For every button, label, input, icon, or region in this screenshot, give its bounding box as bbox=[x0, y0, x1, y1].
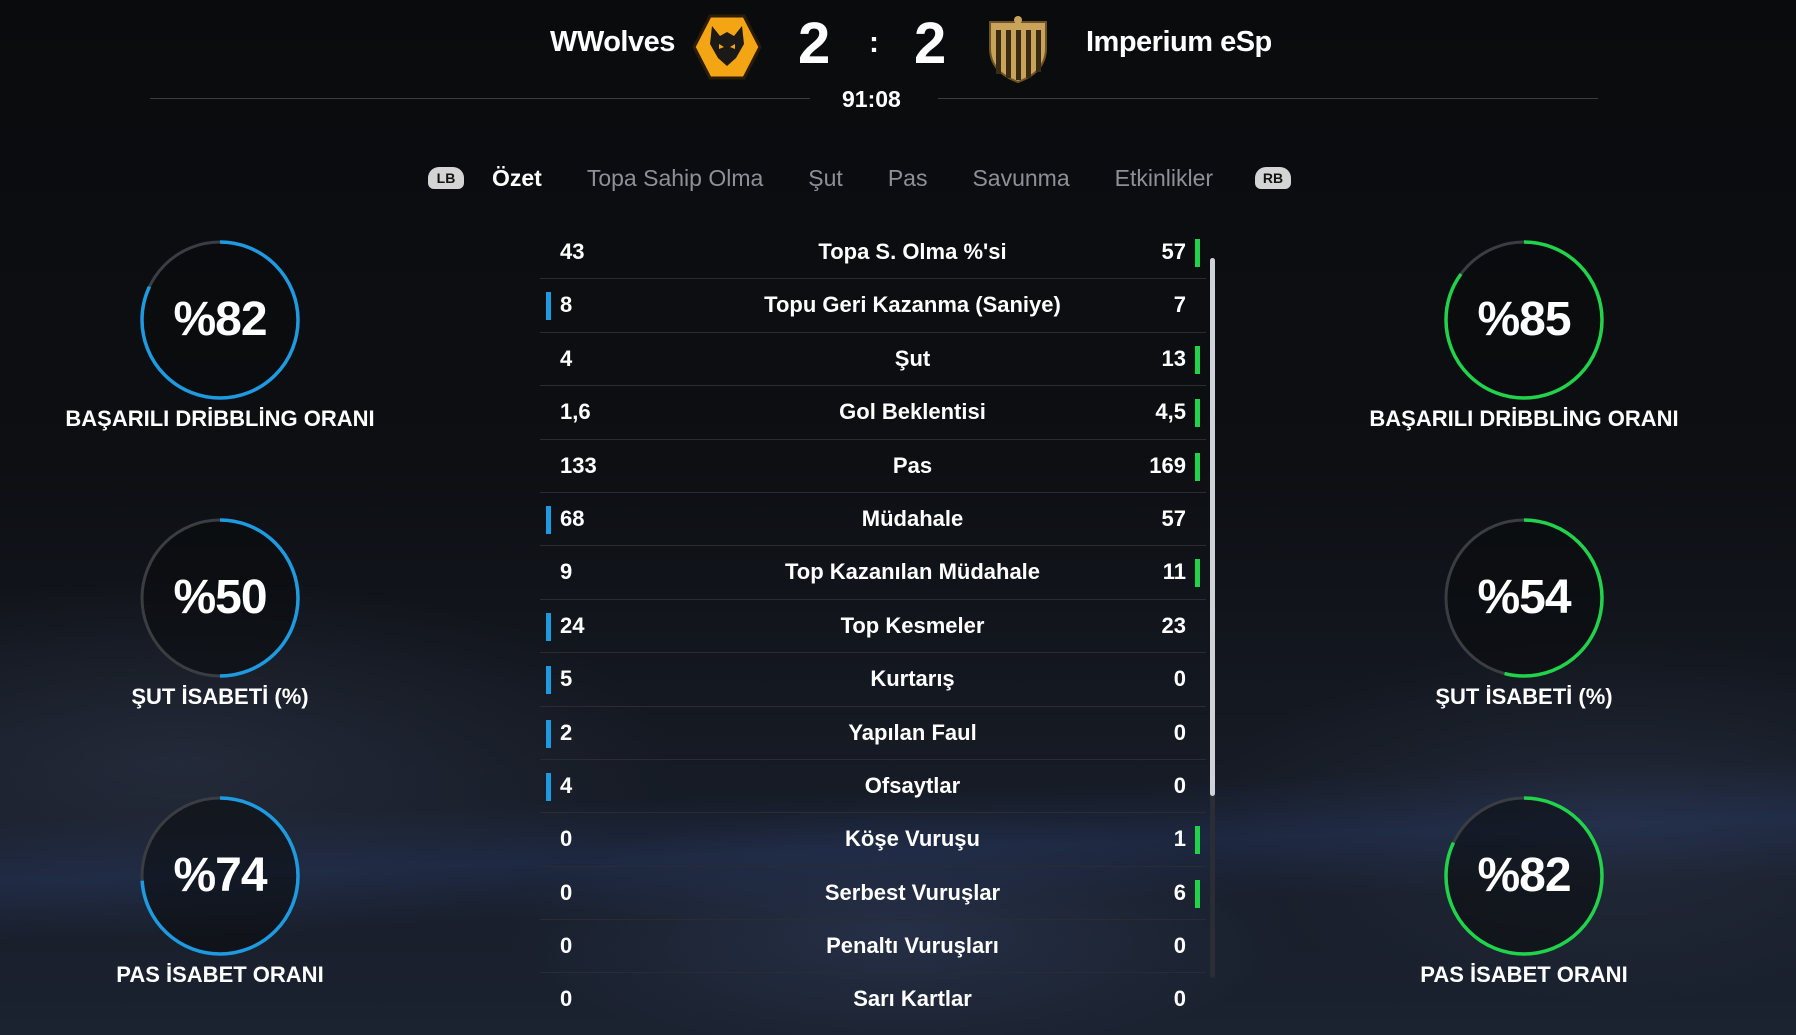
home-stat-value: 0 bbox=[560, 933, 573, 959]
away-stat-value: 169 bbox=[1149, 452, 1186, 478]
away-stat-value: 0 bbox=[1173, 719, 1186, 745]
away-stat-value: 0 bbox=[1173, 933, 1186, 959]
away-leader-bar bbox=[1195, 345, 1200, 374]
home-stat-value: 68 bbox=[560, 505, 585, 531]
stat-row: 1,6 Gol Beklentisi 4,5 bbox=[540, 386, 1206, 440]
wolf-crest-icon bbox=[692, 14, 762, 85]
stat-label: Topu Geri Kazanma (Saniye) bbox=[764, 292, 1061, 318]
lb-button-icon[interactable]: LB bbox=[428, 167, 464, 189]
home-stat-value: 1,6 bbox=[560, 399, 591, 425]
stat-label: Ofsaytlar bbox=[864, 772, 961, 798]
away-leader-bar bbox=[1195, 826, 1200, 855]
stat-label: Serbest Vuruşlar bbox=[824, 879, 1001, 905]
home-stat-value: 8 bbox=[560, 292, 573, 318]
match-header: WWolves 2 : 2 Imperium eSp 91:08 bbox=[0, 0, 1796, 130]
stat-row: 9 Top Kazanılan Müdahale 11 bbox=[540, 546, 1206, 600]
away-stat-value: 1 bbox=[1173, 826, 1186, 852]
stat-row: 0 Sarı Kartlar 0 bbox=[540, 973, 1206, 1025]
stat-label: Şut bbox=[894, 345, 931, 371]
rb-button-icon[interactable]: RB bbox=[1255, 167, 1292, 189]
stats-table: 43 Topa S. Olma %'si 57 8 Topu Geri Kazanma … bbox=[540, 226, 1206, 1026]
stat-row: 24 Top Kesmeler 23 bbox=[540, 600, 1206, 654]
header-divider-right bbox=[938, 98, 1598, 99]
score-separator: : bbox=[869, 26, 879, 59]
home-stat-value: 43 bbox=[560, 239, 585, 264]
home-leader-bar bbox=[546, 292, 551, 321]
away-stat-value: 0 bbox=[1173, 986, 1186, 1012]
match-clock: 91:08 bbox=[842, 86, 901, 112]
home-stat-value: 0 bbox=[560, 986, 573, 1012]
home-leader-bar bbox=[546, 612, 551, 641]
away-leader-bar bbox=[1195, 879, 1200, 908]
tab-etkinlikler[interactable]: Etkinlikler bbox=[1115, 165, 1213, 192]
stat-label: Müdahale bbox=[861, 505, 964, 531]
tab-ozet[interactable]: Özet bbox=[492, 165, 542, 192]
stat-label: Gol Beklentisi bbox=[839, 399, 986, 425]
home-leader-bar bbox=[546, 666, 551, 695]
away-stat-value: 57 bbox=[1161, 239, 1186, 264]
away-leader-bar bbox=[1195, 399, 1200, 428]
away-score: 2 bbox=[914, 11, 947, 76]
away-leader-bar bbox=[1195, 559, 1200, 588]
stats-scrollbar-thumb[interactable] bbox=[1210, 258, 1215, 796]
stat-label: Pas bbox=[892, 452, 933, 478]
home-leader-bar bbox=[546, 719, 551, 748]
stat-label: Köşe Vuruşu bbox=[845, 826, 980, 852]
stat-label: Kurtarış bbox=[870, 666, 955, 692]
away-stat-value: 57 bbox=[1161, 505, 1186, 531]
away-stat-value: 6 bbox=[1173, 879, 1186, 905]
home-stat-value: 5 bbox=[560, 666, 573, 692]
away-stat-value: 13 bbox=[1161, 345, 1186, 371]
stats-tab-bar: LB Özet Topa Sahip Olma Şut Pas Savunma … bbox=[428, 158, 1292, 198]
away-leader-bar bbox=[1195, 239, 1200, 267]
away-stat-value: 11 bbox=[1162, 559, 1186, 585]
away-stat-value: 0 bbox=[1173, 666, 1186, 692]
stat-label: Penaltı Vuruşları bbox=[826, 933, 999, 959]
stat-row: 4 Şut 13 bbox=[540, 333, 1206, 387]
stat-row: 0 Serbest Vuruşlar 6 bbox=[540, 867, 1206, 921]
stat-label: Top Kazanılan Müdahale bbox=[784, 559, 1041, 585]
stat-row: 0 Penaltı Vuruşları 0 bbox=[540, 920, 1206, 974]
stat-label: Topa S. Olma %'si bbox=[818, 239, 1007, 264]
home-leader-bar bbox=[546, 772, 551, 801]
home-stat-value: 24 bbox=[560, 612, 585, 638]
stat-label: Top Kesmeler bbox=[840, 612, 985, 638]
striped-shield-crest-icon bbox=[986, 14, 1050, 89]
stat-row: 5 Kurtarış 0 bbox=[540, 653, 1206, 707]
tab-pas[interactable]: Pas bbox=[888, 165, 928, 192]
away-stat-value: 23 bbox=[1161, 612, 1186, 638]
home-stat-value: 2 bbox=[560, 719, 573, 745]
stat-row: 43 Topa S. Olma %'si 57 bbox=[540, 226, 1206, 280]
away-stat-value: 4,5 bbox=[1155, 399, 1186, 425]
home-stat-value: 4 bbox=[560, 345, 573, 371]
stat-row: 2 Yapılan Faul 0 bbox=[540, 707, 1206, 760]
stat-row: 0 Köşe Vuruşu 1 bbox=[540, 813, 1206, 867]
away-team-name: Imperium eSp bbox=[1086, 26, 1272, 58]
stat-label: Yapılan Faul bbox=[848, 719, 977, 745]
tab-topa-sahip-olma[interactable]: Topa Sahip Olma bbox=[587, 165, 763, 192]
away-leader-bar bbox=[1195, 452, 1200, 481]
stat-label: Sarı Kartlar bbox=[853, 986, 972, 1012]
home-team-name: WWolves bbox=[550, 26, 675, 58]
header-divider-left bbox=[150, 98, 810, 99]
away-stat-value: 0 bbox=[1173, 772, 1186, 798]
stat-row: 68 Müdahale 57 bbox=[540, 493, 1206, 547]
home-stat-value: 9 bbox=[560, 559, 573, 585]
home-stat-value: 133 bbox=[560, 452, 597, 478]
home-stat-value: 0 bbox=[560, 826, 573, 852]
home-stat-value: 0 bbox=[560, 879, 573, 905]
stat-row: 8 Topu Geri Kazanma (Saniye) 7 bbox=[540, 279, 1206, 333]
stat-row: 4 Ofsaytlar 0 bbox=[540, 760, 1206, 814]
home-stat-value: 4 bbox=[560, 772, 573, 798]
home-leader-bar bbox=[546, 505, 551, 534]
home-score: 2 bbox=[798, 11, 831, 76]
away-stat-value: 7 bbox=[1173, 292, 1186, 318]
tab-sut[interactable]: Şut bbox=[808, 165, 843, 192]
tab-savunma[interactable]: Savunma bbox=[972, 165, 1069, 192]
stat-row: 133 Pas 169 bbox=[540, 440, 1206, 493]
